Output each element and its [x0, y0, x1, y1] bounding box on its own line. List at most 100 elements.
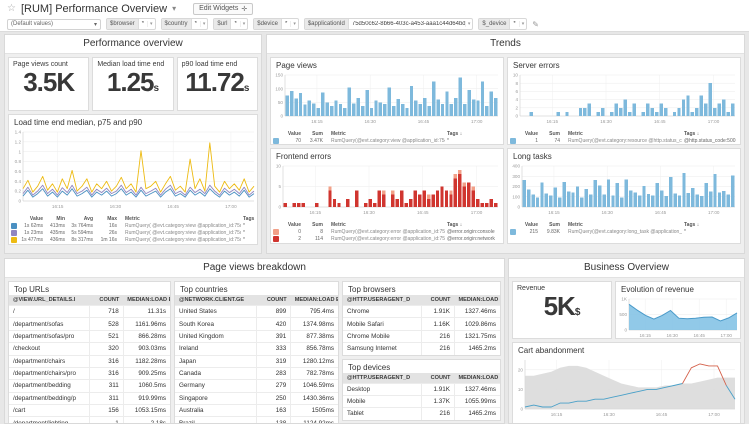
variable-chip[interactable]: $device * ▾: [253, 18, 299, 30]
table-row[interactable]: Australia 163 1505ms: [175, 403, 338, 417]
variable-chip[interactable]: $country * ▾: [160, 18, 209, 30]
table-row[interactable]: Japan 319 1280.12ms: [175, 354, 338, 368]
cart-abandonment-chart[interactable]: 0 10 20 16:15 16:30 16:45 17:00: [513, 356, 738, 418]
table-row[interactable]: /department/sofas/pro 521 866.28ms: [9, 329, 170, 343]
table-row[interactable]: /department/chairs 316 1182.28ms: [9, 354, 170, 368]
widget-top-countries: Top countries @NETWORK.CLIENT.GE COUNT MEDI…: [174, 281, 339, 423]
table-row[interactable]: Mobile 1.37K 1055.99ms: [343, 394, 500, 408]
widget-title: Top devices: [348, 362, 391, 372]
page-views-bar-chart[interactable]: 0 50 100 150 16:15 16:30 16:45 17:00: [271, 71, 501, 125]
table-row[interactable]: /718 11.31s: [9, 304, 170, 318]
table-row[interactable]: /department/chairs/pro 316 909.25ms: [9, 366, 170, 380]
widget-load-time-chart: Load time end median, p75 and p90 0 0.2 0.…: [8, 114, 258, 245]
legend-row: 2 114 RumQuery(@evt.category:error @applic…: [271, 236, 503, 243]
kpi-p90-load-time: p90 load time end 11.72s: [176, 57, 258, 111]
widget-title: Top countries: [180, 285, 228, 294]
variable-chip[interactable]: $url * ▾: [213, 18, 249, 30]
load-time-timeseries-chart[interactable]: 0 0.2 0.4 0.6 0.8 1 1.2 1.4 16:15 16:30 16:45 17:00: [9, 128, 257, 210]
variable-chip[interactable]: $browser * ▾: [106, 18, 156, 30]
title-chevron-down-icon[interactable]: ▾: [172, 4, 176, 13]
chart-legend: Value Sum Metric Tags ↓ 0 8 RumQuery(@evt.cate…: [271, 221, 503, 243]
edit-widgets-label: Edit Widgets: [199, 5, 239, 12]
section-header-trends[interactable]: Trends: [267, 35, 744, 54]
table-row[interactable]: /cart 156 1053.15ms: [9, 403, 170, 417]
legend-row: 1s 23ms 435ms 5s 594ms 26s RumQuery( @ev…: [9, 229, 257, 236]
legend-row: 215 9.83K RumQuery(@evt.category:long_task…: [508, 228, 740, 235]
table-row[interactable]: Canada 283 782.78ms: [175, 366, 338, 380]
load-time-legend: Value Min Avg Max Metric Tags 1s 62ms 41…: [9, 215, 257, 244]
section-performance-overview: Performance overview Page views count 3.…: [4, 34, 262, 254]
table-row[interactable]: /department/bedding 311 1060.5ms: [9, 379, 170, 393]
svg-text:16:45: 16:45: [655, 210, 667, 215]
widget-title: Frontend errors: [276, 152, 332, 162]
kpi-median-load-time: Median load time end 1.25s: [92, 57, 174, 111]
svg-text:17:00: 17:00: [708, 412, 720, 417]
svg-text:5: 5: [278, 184, 281, 189]
legend-swatch: [273, 137, 279, 144]
favorite-star-icon[interactable]: ☆: [7, 3, 16, 14]
svg-text:150: 150: [275, 73, 283, 78]
svg-text:500: 500: [619, 312, 627, 317]
table-row[interactable]: Germany 279 1046.59ms: [175, 379, 338, 393]
table-row[interactable]: Samsung Internet 216 1465.2ms: [343, 342, 500, 355]
svg-text:16:45: 16:45: [167, 204, 179, 209]
variable-chip[interactable]: $_device * ▾: [478, 18, 528, 30]
edit-widgets-button[interactable]: Edit Widgets ✛: [193, 2, 254, 15]
server-errors-bar-chart[interactable]: 0 2 4 6 8 10 16:15 16:30 16:45 17:00: [508, 71, 738, 125]
section-header-page-views-breakdown[interactable]: Page views breakdown: [5, 259, 504, 278]
long-tasks-bar-chart[interactable]: 0 100 200 300 400 16:15 16:30 16:45 17:00: [508, 162, 738, 216]
svg-text:0: 0: [515, 114, 518, 119]
table-row[interactable]: United States 899 795.4ms: [175, 304, 338, 318]
svg-text:16:30: 16:30: [603, 412, 615, 417]
table-row[interactable]: Chrome 1.91K 1327.46ms: [343, 304, 500, 318]
section-header-business-overview[interactable]: Business Overview: [509, 259, 744, 278]
kpi-value: 3.5K: [23, 67, 75, 97]
table-row[interactable]: Tablet 216 1465.2ms: [343, 407, 500, 420]
template-variable-bar: (Default values) ▾ $browser * ▾ $country…: [0, 17, 749, 32]
table-row[interactable]: /department/bedding/p 311 919.99ms: [9, 391, 170, 405]
edit-variables-pencil-icon[interactable]: ✎: [532, 20, 539, 29]
svg-text:16:30: 16:30: [666, 333, 678, 338]
preset-dropdown[interactable]: (Default values) ▾: [7, 18, 101, 30]
table-row[interactable]: /checkout 320 903.03ms: [9, 342, 170, 355]
svg-text:0: 0: [280, 114, 283, 119]
variable-name: $applicationId: [304, 19, 349, 29]
section-title: Page views breakdown: [203, 262, 306, 273]
svg-text:16:15: 16:15: [52, 204, 64, 209]
variable-name: $device: [254, 19, 282, 29]
table-row[interactable]: /department/sofas 528 1161.96ms: [9, 317, 170, 331]
widget-top-urls: Top URLs @VIEW.URL_DETAILS.I COUNT MEDIAN:L…: [8, 281, 171, 423]
revenue-area-chart[interactable]: 0 500 1K 16:15 16:30 16:45 17:00: [616, 295, 740, 339]
section-header-performance-overview[interactable]: Performance overview: [5, 35, 261, 54]
chevron-down-icon: ▾: [93, 21, 97, 28]
table-row[interactable]: Ireland 333 856.78ms: [175, 342, 338, 355]
variable-chip[interactable]: $applicationId 75d50c62-8b66-403c-a453-a…: [303, 18, 474, 30]
table-row[interactable]: Mobile Safari 1.16K 1029.86ms: [343, 317, 500, 331]
legend-row: 1s 62ms 413ms 3s 764ms 16s RumQuery( @ev…: [9, 222, 257, 229]
widget-cart-abandonment: Cart abandonment 0 10 20 16:15 16:30 16:45 17:…: [512, 342, 741, 423]
table-row[interactable]: Desktop 1.91K 1327.46ms: [343, 382, 500, 396]
svg-text:1.2: 1.2: [15, 139, 22, 144]
frontend-errors-bar-chart[interactable]: 0 5 10 16:15 16:30 16:45 17:00: [271, 162, 501, 216]
svg-text:1K: 1K: [621, 297, 628, 302]
widget-title: Top browsers: [348, 285, 396, 294]
svg-text:100: 100: [275, 86, 283, 91]
svg-text:16:30: 16:30: [364, 119, 376, 124]
kpi-value: 11.72s: [185, 67, 250, 97]
widget-top-browsers: Top browsers @HTTP.USERAGENT_D COUNT MEDIAN…: [342, 281, 501, 356]
legend-swatch: [510, 137, 516, 144]
table-row[interactable]: Brazil 138 1124.92ms: [175, 416, 338, 423]
table-row[interactable]: United Kingdom 391 877.38ms: [175, 329, 338, 343]
table-row[interactable]: /department/lighting 1 2.18s: [9, 416, 170, 423]
chevron-down-icon: ▾: [290, 21, 298, 27]
table-row[interactable]: Singapore 250 1430.36ms: [175, 391, 338, 405]
section-trends: Trends Page views 0 50 100 150 16:15 16:30 16:4…: [266, 34, 745, 254]
svg-text:16:30: 16:30: [601, 210, 613, 215]
table-row[interactable]: South Korea 420 1374.98ms: [175, 317, 338, 331]
svg-text:10: 10: [513, 73, 519, 78]
svg-text:400: 400: [512, 164, 520, 169]
svg-text:20: 20: [518, 367, 524, 372]
table-row[interactable]: Chrome Mobile 216 1321.75ms: [343, 329, 500, 343]
svg-text:0: 0: [18, 199, 21, 204]
variable-chip-list: $browser * ▾ $country * ▾ $url * ▾ $devi…: [106, 18, 528, 30]
